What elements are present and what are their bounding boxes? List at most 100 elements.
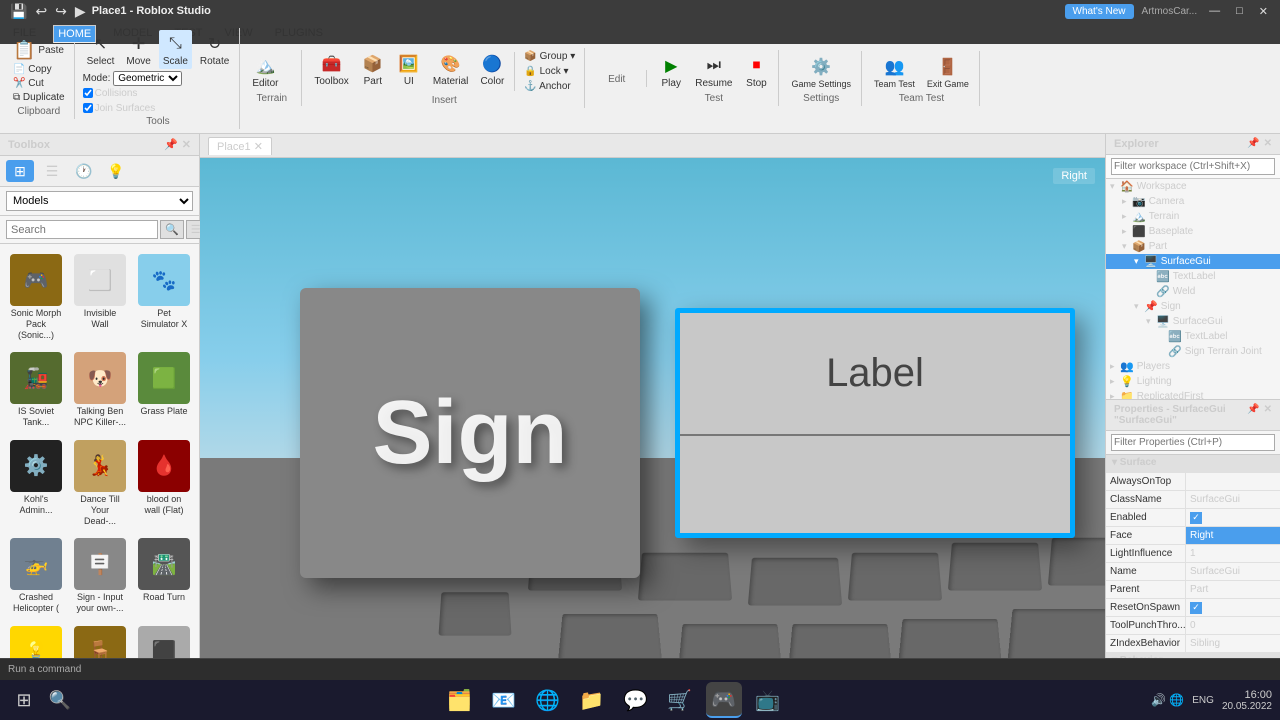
tree-item-lighting[interactable]: ▸💡Lighting: [1106, 374, 1280, 389]
toolbox-item[interactable]: 💃Dance Till Your Dead-...: [70, 436, 130, 530]
taskbar-app-store[interactable]: 🛒: [662, 682, 698, 718]
taskbar-app-files[interactable]: 🗂️: [442, 682, 478, 718]
tree-item-terrain[interactable]: ▸🏔️Terrain: [1106, 209, 1280, 224]
prop-checkbox[interactable]: ✓: [1190, 602, 1202, 614]
tree-arrow[interactable]: ▸: [1110, 361, 1120, 372]
toolbox-item[interactable]: 🐶Talking Ben NPC Killer-...: [70, 348, 130, 432]
toolbox-close-icon[interactable]: ✕: [182, 138, 191, 151]
toolbox-item[interactable]: 🐾Pet Simulator X: [134, 250, 194, 344]
prop-value[interactable]: Part: [1186, 581, 1280, 598]
prop-value[interactable]: Right: [1186, 527, 1280, 544]
tree-arrow[interactable]: ▾: [1134, 256, 1144, 267]
toolbox-item[interactable]: 🩸blood on wall (Flat): [134, 436, 194, 530]
maximize-icon[interactable]: □: [1232, 5, 1247, 17]
explorer-filter-input[interactable]: [1111, 158, 1275, 175]
viewport[interactable]: Place1 ✕ Sign: [200, 134, 1105, 658]
tree-item-weld[interactable]: 🔗Weld: [1106, 284, 1280, 299]
taskbar-app-mail[interactable]: 📧: [486, 682, 522, 718]
tree-item-sign[interactable]: ▾📌Sign: [1106, 299, 1280, 314]
scale-button[interactable]: ⤡ Scale: [159, 30, 192, 69]
prop-value[interactable]: Sibling: [1186, 635, 1280, 652]
rotate-button[interactable]: ↻ Rotate: [196, 30, 233, 69]
toolbox-tab-recent[interactable]: 🕐: [70, 160, 98, 182]
part-button[interactable]: 📦 Part: [357, 50, 389, 89]
search-taskbar-button[interactable]: 🔍: [44, 684, 76, 716]
prop-value[interactable]: SurfaceGui: [1186, 563, 1280, 580]
play-button[interactable]: ▶ Play: [655, 52, 687, 91]
duplicate-button[interactable]: ⧉ Duplicate: [10, 91, 68, 104]
close-icon[interactable]: ✕: [1255, 5, 1272, 18]
menu-plugins[interactable]: PLUGINS: [270, 24, 328, 42]
taskbar-app-teams[interactable]: 💬: [618, 682, 654, 718]
tree-item-baseplate[interactable]: ▸⬛Baseplate: [1106, 224, 1280, 239]
search-button[interactable]: 🔍: [160, 220, 184, 239]
tree-arrow[interactable]: ▾: [1110, 181, 1120, 192]
game-settings-button[interactable]: ⚙️ Game Settings: [787, 53, 855, 91]
ui-button[interactable]: 🖼️ UI: [393, 50, 425, 89]
tree-item-textlabel[interactable]: 🔤TextLabel: [1106, 329, 1280, 344]
viewport-tab-place1[interactable]: Place1 ✕: [208, 137, 272, 155]
properties-filter-input[interactable]: [1111, 434, 1275, 451]
properties-section-behavior[interactable]: ▾ Behavior: [1106, 653, 1280, 658]
tree-item-part[interactable]: ▾📦Part: [1106, 239, 1280, 254]
tree-item-players[interactable]: ▸👥Players: [1106, 359, 1280, 374]
prop-value[interactable]: 0: [1186, 617, 1280, 634]
explorer-close-icon[interactable]: ✕: [1264, 138, 1272, 150]
tree-arrow[interactable]: ▸: [1122, 196, 1132, 207]
whats-new-button[interactable]: What's New: [1065, 4, 1134, 19]
color-button[interactable]: 🔵 Color: [476, 50, 508, 89]
properties-close-icon[interactable]: ✕: [1264, 404, 1272, 426]
prop-value[interactable]: SurfaceGui: [1186, 491, 1280, 508]
group-button[interactable]: 📦 Group ▾: [521, 50, 578, 63]
tree-arrow[interactable]: ▸: [1110, 391, 1120, 399]
team-test-button[interactable]: 👥 Team Test: [870, 53, 919, 91]
tree-arrow[interactable]: ▾: [1134, 301, 1144, 312]
menu-home[interactable]: HOME: [53, 25, 96, 43]
editor-button[interactable]: 🏔️ Editor: [248, 52, 282, 91]
toolbox-item[interactable]: 🪧Sign - Input your own-...: [70, 534, 130, 618]
toolbox-tab-grid[interactable]: ⊞: [6, 160, 34, 182]
toolbox-item[interactable]: 💡Powerful light: [6, 622, 66, 658]
resume-button[interactable]: ⏭ Resume: [691, 52, 736, 91]
stop-button[interactable]: ⏹ Stop: [740, 52, 772, 91]
toolbox-item[interactable]: 🟩Grass Plate: [134, 348, 194, 432]
prop-checkbox[interactable]: ✓: [1190, 512, 1202, 524]
tree-item-camera[interactable]: ▸📷Camera: [1106, 194, 1280, 209]
toolbox-item[interactable]: 🪑Chair: [70, 622, 130, 658]
anchor-button[interactable]: ⚓ Anchor: [521, 80, 578, 93]
redo-icon[interactable]: ↪: [53, 1, 69, 22]
toolbox-item[interactable]: 🚁Crashed Helicopter (: [6, 534, 66, 618]
copy-button[interactable]: 📄 Copy: [10, 63, 55, 76]
join-surfaces-check[interactable]: Join Surfaces: [83, 103, 156, 114]
properties-pin-icon[interactable]: 📌: [1247, 404, 1259, 426]
toolbox-item[interactable]: 🚂IS Soviet Tank...: [6, 348, 66, 432]
cut-button[interactable]: ✂️ Cut: [10, 77, 47, 90]
taskbar-app-media[interactable]: 📺: [750, 682, 786, 718]
save-icon[interactable]: 💾: [8, 1, 29, 22]
toolbox-item[interactable]: ⚙️Kohl's Admin...: [6, 436, 66, 530]
search-input[interactable]: [6, 220, 158, 239]
prop-value[interactable]: 1: [1186, 545, 1280, 562]
tree-item-workspace[interactable]: ▾🏠Workspace: [1106, 179, 1280, 194]
toolbox-tab-favorites[interactable]: 💡: [102, 160, 130, 182]
tree-arrow[interactable]: ▸: [1122, 226, 1132, 237]
toolbox-item[interactable]: 🎮Sonic Morph Pack (Sonic...): [6, 250, 66, 344]
viewport-canvas[interactable]: Sign Label Right: [200, 158, 1105, 658]
toolbox-button[interactable]: 🧰 Toolbox: [310, 50, 352, 89]
start-button[interactable]: ⊞: [8, 684, 40, 716]
collisions-check[interactable]: Collisions: [83, 88, 156, 99]
tree-item-textlabel[interactable]: 🔤TextLabel: [1106, 269, 1280, 284]
tree-arrow[interactable]: ▸: [1122, 211, 1132, 222]
tree-arrow[interactable]: ▾: [1146, 316, 1156, 327]
tree-item-sign-terrain-joint[interactable]: 🔗Sign Terrain Joint: [1106, 344, 1280, 359]
run-icon[interactable]: ▶: [73, 1, 88, 22]
undo-icon[interactable]: ↩: [33, 1, 49, 22]
material-button[interactable]: 🎨 Material: [429, 50, 473, 89]
move-button[interactable]: ✛ Move: [122, 30, 154, 69]
taskbar-app-explorer[interactable]: 📁: [574, 682, 610, 718]
toolbox-item[interactable]: ⬛Block: [134, 622, 194, 658]
tree-item-surfacegui[interactable]: ▾🖥️SurfaceGui: [1106, 254, 1280, 269]
taskbar-app-roblox[interactable]: 🎮: [706, 682, 742, 718]
toolbox-pin-icon[interactable]: 📌: [164, 138, 178, 151]
lock-button[interactable]: 🔒 Lock ▾: [521, 65, 578, 78]
